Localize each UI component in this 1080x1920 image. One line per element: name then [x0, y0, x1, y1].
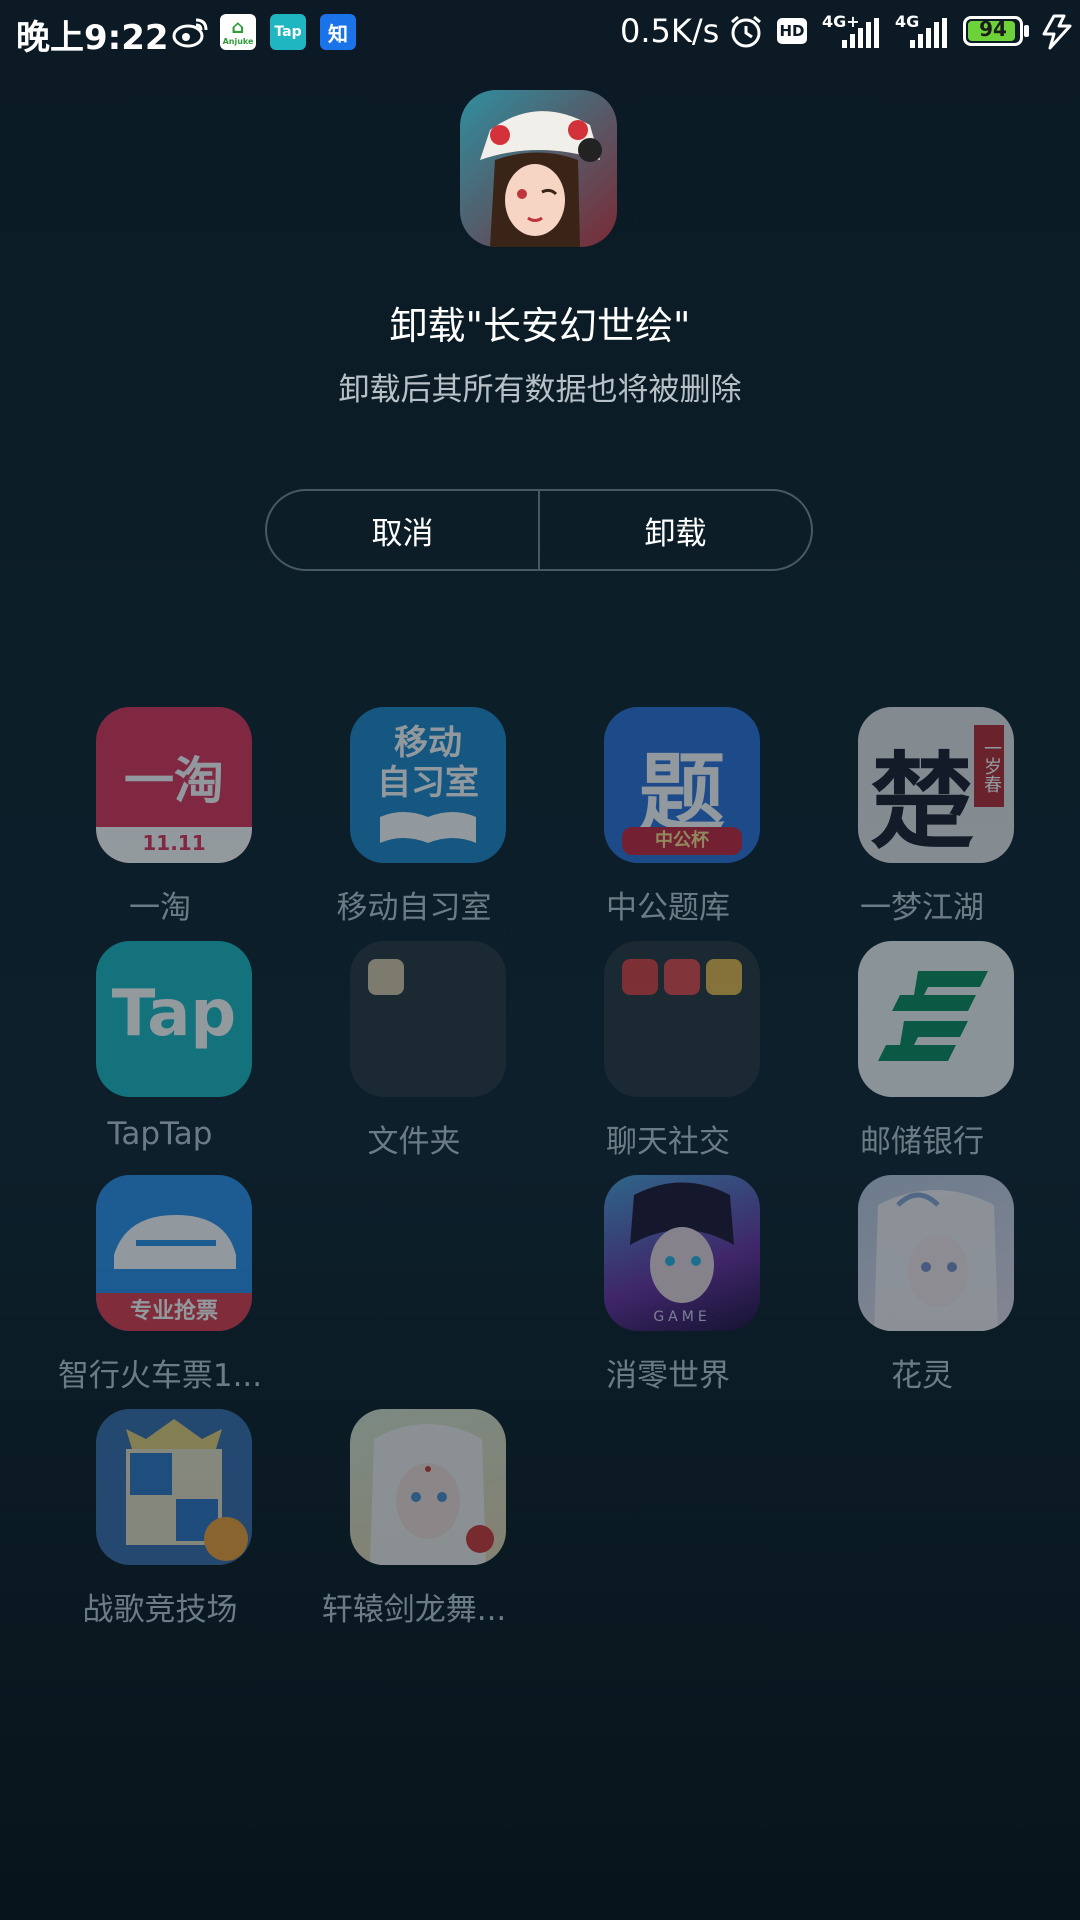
app-xiaoling-world[interactable]: GAME 消零世界: [541, 1175, 795, 1405]
battery-tip: [1024, 25, 1029, 37]
yitao-badge: 11.11: [142, 831, 206, 855]
taptap-icon-text: Tap: [111, 977, 237, 1051]
zhixing-train-icon: 专业抢票: [96, 1175, 252, 1331]
app-label: 中公题库: [606, 890, 730, 926]
status-bar: 晚上9:22 ⌂ Anjuke Tap 知 0.5K/s HD 4G+ 4G 9…: [0, 0, 1080, 66]
xiaoling-badge: GAME: [653, 1309, 711, 1325]
dialog-button-group: 取消 卸载: [265, 489, 813, 571]
anjuke-app-icon: ⌂ Anjuke: [220, 14, 256, 50]
zhixing-badge: 专业抢票: [96, 1293, 252, 1331]
xiaoling-world-icon: GAME: [604, 1175, 760, 1331]
uninstall-button[interactable]: 卸载: [540, 491, 811, 569]
app-label: 移动自习室: [336, 890, 492, 926]
app-label: 文件夹: [367, 1124, 461, 1160]
battery-level: 94: [979, 17, 1007, 41]
app-label: 邮储银行: [860, 1124, 984, 1160]
cancel-button[interactable]: 取消: [267, 491, 538, 569]
taptap-icon: Tap: [96, 941, 252, 1097]
tap-app-icon: Tap: [270, 14, 306, 50]
folder-social[interactable]: 聊天社交: [541, 941, 795, 1171]
alarm-icon: [731, 15, 761, 48]
app-taptap[interactable]: Tap TapTap: [33, 941, 287, 1171]
app-zhonggong[interactable]: 题 中公杯 中公题库: [541, 707, 795, 937]
postal-bank-icon: [858, 941, 1014, 1097]
zhange-arena-icon: [96, 1409, 252, 1565]
hd-icon: HD: [777, 18, 807, 44]
app-yimeng-jianghu[interactable]: 楚 一岁春 一梦江湖: [795, 707, 1049, 937]
yimeng-badge: 一岁春: [974, 725, 1004, 807]
study-room-icon: 移动 自习室: [350, 707, 506, 863]
dialog-title: 卸载"长安幻世绘": [389, 304, 691, 348]
signal-bars-icon-2: [910, 18, 947, 48]
net-speed: 0.5K/s: [620, 12, 720, 50]
app-yitao[interactable]: 一淘 11.11 一淘: [33, 707, 287, 937]
folder-icon: [350, 941, 506, 1097]
app-hualing[interactable]: 花灵: [795, 1175, 1049, 1405]
yimeng-icon-text: 楚: [870, 741, 975, 863]
study-room-icon-text: 移动 自习室: [377, 723, 479, 803]
app-label: 一淘: [129, 890, 191, 926]
app-label: 轩辕剑龙舞...: [321, 1592, 507, 1628]
anjuke-label: Anjuke: [222, 36, 254, 46]
xuanyuan-jian-icon: [350, 1409, 506, 1565]
signal-bars-icon-1: [842, 18, 879, 48]
app-label: 战歌竞技场: [82, 1592, 238, 1628]
app-zhixing-train[interactable]: 专业抢票 智行火车票1...: [33, 1175, 287, 1405]
zhihu-app-icon: 知: [320, 14, 356, 50]
app-label: 智行火车票1...: [57, 1358, 263, 1394]
app-study-room[interactable]: 移动 自习室 移动自习室: [287, 707, 541, 937]
zhonggong-badge: 中公杯: [622, 827, 742, 855]
app-label: 一梦江湖: [860, 890, 984, 926]
folder-files[interactable]: 文件夹: [287, 941, 541, 1171]
hualing-icon: [858, 1175, 1014, 1331]
dialog-subtitle: 卸载后其所有数据也将被删除: [338, 372, 742, 408]
battery-icon: 94: [963, 16, 1023, 46]
app-label: 花灵: [891, 1358, 953, 1394]
app-label: 消零世界: [606, 1358, 730, 1394]
app-xuanyuan-jian[interactable]: 轩辕剑龙舞...: [287, 1409, 541, 1639]
status-time: 晚上9:22: [16, 18, 169, 58]
folder-icon: [604, 941, 760, 1097]
weibo-icon: [172, 18, 208, 48]
app-label: 聊天社交: [606, 1124, 730, 1160]
uninstall-app-icon: [460, 90, 617, 247]
app-zhange-arena[interactable]: 战歌竞技场: [33, 1409, 287, 1639]
yitao-icon-text: 一淘: [124, 752, 224, 810]
yitao-icon: 一淘 11.11: [96, 707, 252, 863]
app-postal-bank[interactable]: 邮储银行: [795, 941, 1049, 1171]
app-label: TapTap: [107, 1116, 213, 1152]
charging-icon: [1042, 14, 1072, 50]
zhonggong-icon: 题 中公杯: [604, 707, 760, 863]
yimeng-jianghu-icon: 楚 一岁春: [858, 707, 1014, 863]
